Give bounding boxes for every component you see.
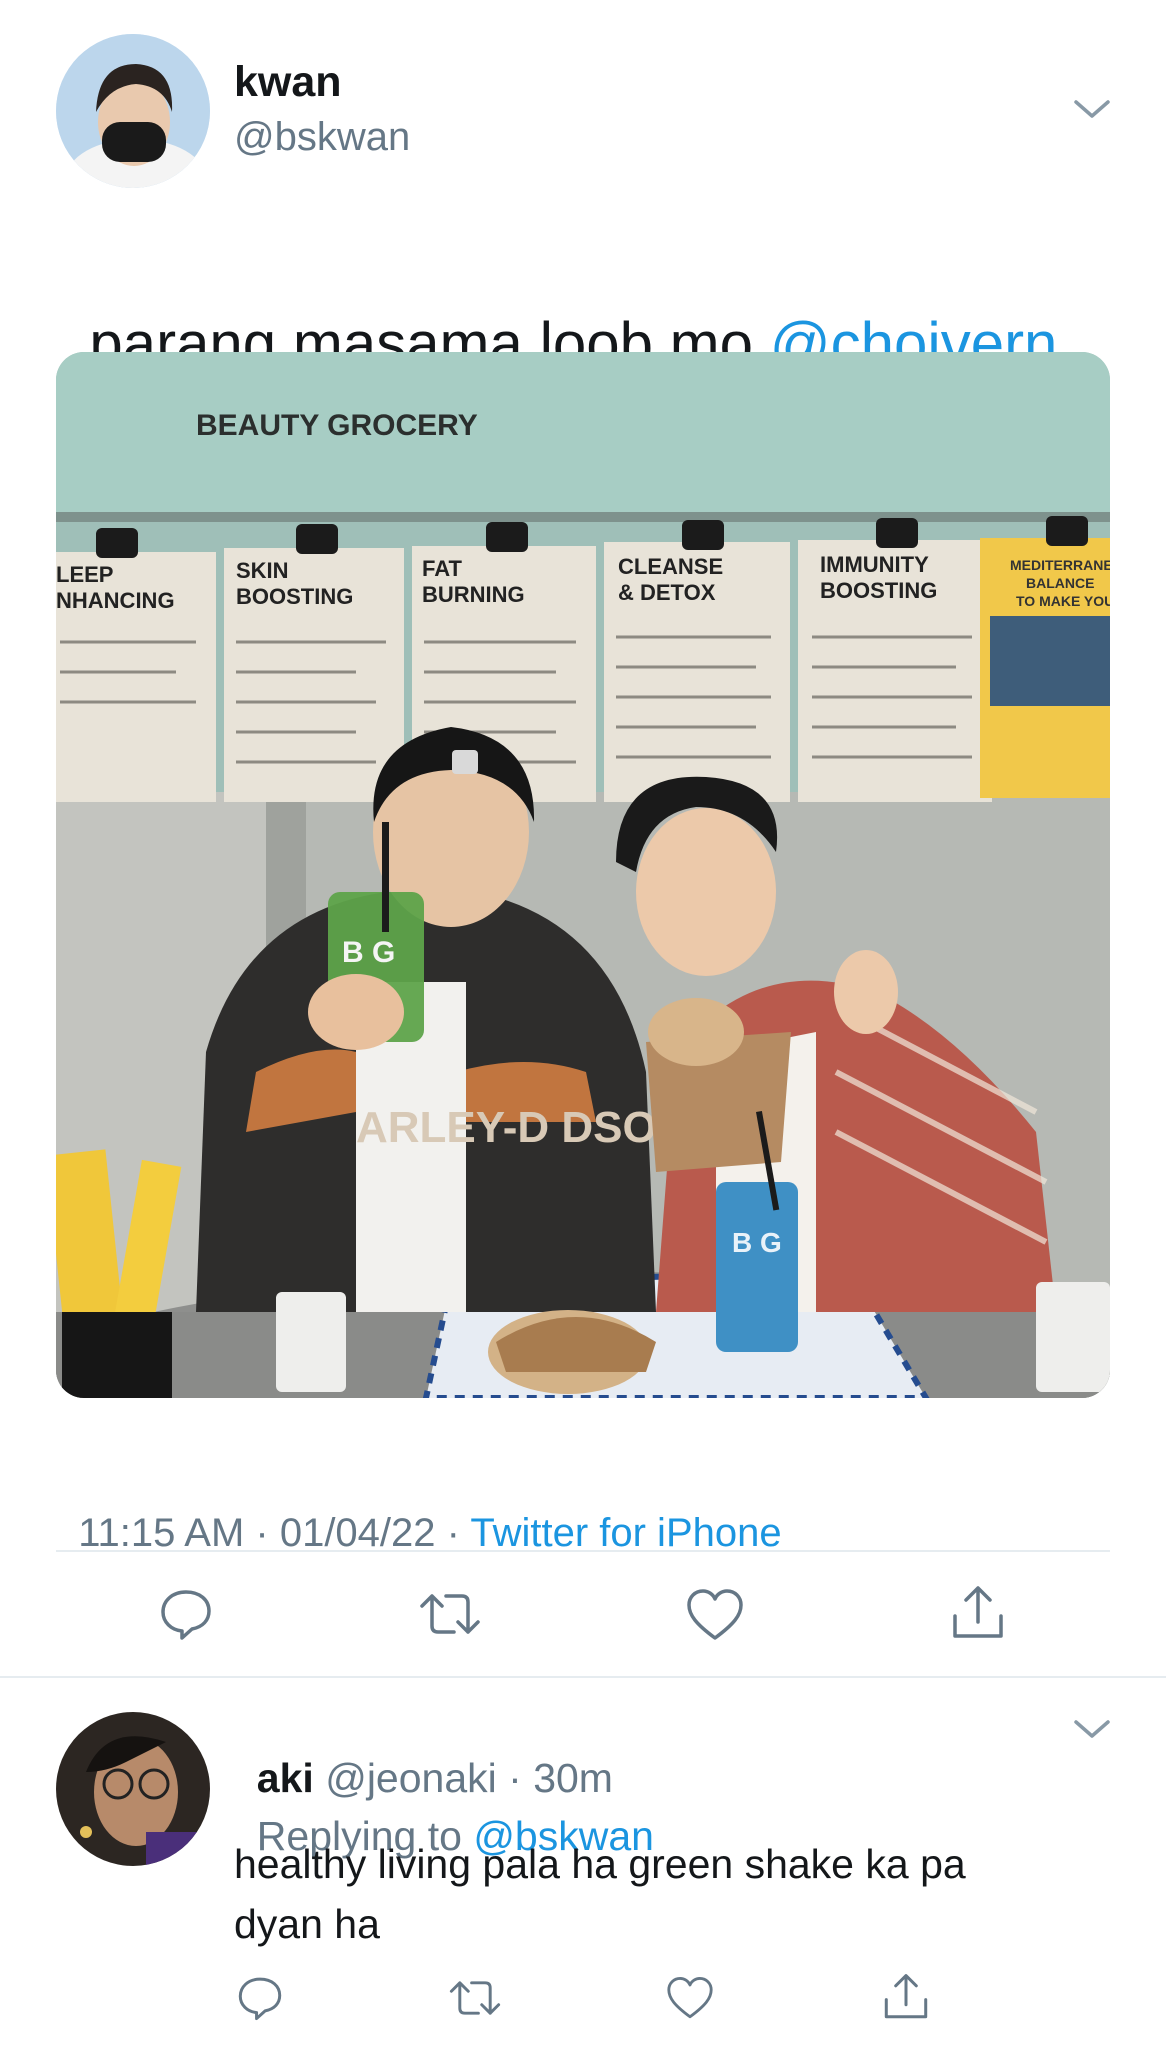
svg-text:& DETOX: & DETOX [618,580,716,605]
jacket-print: ARLEY-D DSO [356,1103,657,1152]
meta-separator: · [435,1511,471,1555]
chevron-down-icon[interactable] [1072,96,1112,122]
svg-text:IMMUNITY: IMMUNITY [820,552,929,577]
reply-text-line: dyan ha [234,1901,380,1947]
retweet-icon[interactable] [448,1974,502,2022]
svg-text:LEEP: LEEP [56,562,113,587]
menu-board-1: LEEP NHANCING [56,528,216,802]
divider [56,1550,1110,1552]
tweet-metadata: 11:15 AM · 01/04/22 · Twitter for iPhone [56,1466,781,1556]
author-display-name[interactable]: kwan [234,58,342,107]
author-handle[interactable]: @bskwan [234,115,410,160]
reply-author-avatar[interactable] [56,1712,210,1866]
share-icon[interactable] [950,1584,1006,1642]
reply-text-line: healthy living pala ha green shake ka pa [234,1841,966,1887]
menu-board-5: IMMUNITY BOOSTING [798,518,992,802]
divider [0,1676,1166,1678]
tweet-time: 11:15 AM [78,1511,245,1555]
svg-text:BOOSTING: BOOSTING [236,584,353,609]
heart-icon[interactable] [666,1976,714,2020]
author-avatar[interactable] [56,34,210,188]
svg-text:FAT: FAT [422,556,462,581]
svg-text:NHANCING: NHANCING [56,588,175,613]
store-sign: BEAUTY GROCERY [196,409,478,442]
chevron-down-icon[interactable] [1072,1716,1112,1742]
menu-board-2: SKIN BOOSTING [224,524,404,802]
tweet-date: 01/04/22 [279,1511,436,1555]
svg-text:BURNING: BURNING [422,582,525,607]
tweet-source-link[interactable]: Twitter for iPhone [470,1511,781,1555]
meta-separator: · [244,1511,280,1555]
heart-icon[interactable] [686,1588,744,1642]
reply-text: healthy living pala ha green shake ka pa… [234,1834,966,1954]
retweet-icon[interactable] [418,1586,482,1642]
svg-text:BOOSTING: BOOSTING [820,578,937,603]
svg-text:BALANCE: BALANCE [1026,575,1094,591]
tweet-photo[interactable]: BEAUTY GROCERY LEEP NHANCING SKIN BOOSTI… [56,352,1110,1398]
svg-text:CLEANSE: CLEANSE [618,554,723,579]
svg-text:TO MAKE YOU: TO MAKE YOU [1016,593,1110,609]
svg-text:B G: B G [732,1227,782,1258]
reply-icon[interactable] [158,1586,214,1642]
menu-board-4: CLEANSE & DETOX [604,520,790,802]
reply-icon[interactable] [236,1974,284,2022]
menu-board-6: MEDITERRANEA BALANCE TO MAKE YOU [980,516,1110,798]
svg-text:MEDITERRANEA: MEDITERRANEA [1010,557,1110,573]
svg-text:B G: B G [342,936,395,969]
svg-text:SKIN: SKIN [236,558,289,583]
share-icon[interactable] [882,1972,930,2022]
